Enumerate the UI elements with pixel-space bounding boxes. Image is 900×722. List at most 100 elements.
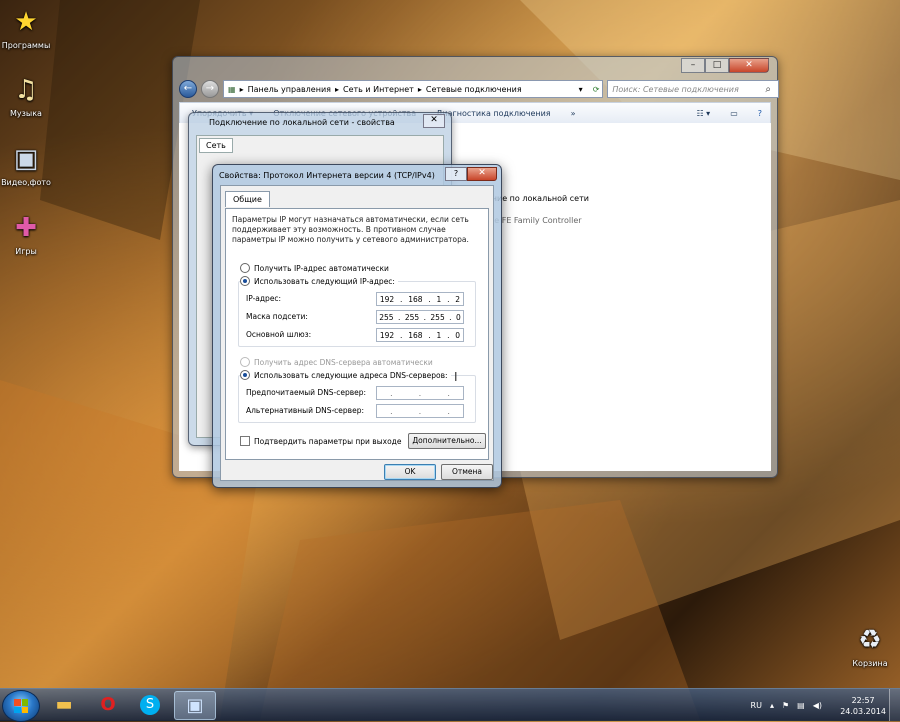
window-controls: – □ ✕: [681, 58, 769, 73]
star-icon: ★: [14, 7, 38, 37]
radio-button[interactable]: [240, 276, 250, 286]
show-hidden-icons[interactable]: ▴: [770, 701, 774, 710]
breadcrumb-item[interactable]: Сеть и Интернет: [343, 85, 414, 94]
desktop-icon-label: Видео,фото: [1, 178, 51, 187]
chevron-icon: ▸: [417, 84, 422, 94]
desktop-icon-programs[interactable]: ★ Программы: [0, 6, 56, 50]
octet: 168: [408, 294, 423, 304]
octet: 0: [455, 330, 461, 340]
help-button[interactable]: ?: [445, 167, 467, 181]
chevron-icon: ▸: [239, 84, 244, 94]
ip-auto-option[interactable]: Получить IP-адрес автоматически: [240, 263, 389, 273]
dns-manual-option[interactable]: Использовать следующие адреса DNS-сервер…: [240, 370, 451, 380]
preferred-dns-field[interactable]: ...: [376, 386, 464, 400]
radio-button[interactable]: [240, 370, 250, 380]
help-icon[interactable]: ?: [758, 109, 762, 118]
refresh-icon[interactable]: ⟳: [590, 85, 603, 94]
skype-taskbar-button[interactable]: S: [130, 691, 170, 718]
desktop-icon-label: Игры: [15, 247, 37, 256]
more-commands-button[interactable]: »: [571, 109, 576, 118]
ip-address-label: IP-адрес:: [246, 294, 282, 303]
ok-button[interactable]: OK: [384, 464, 436, 480]
desktop-icon-music[interactable]: ♫ Музыка: [0, 74, 56, 118]
advanced-button[interactable]: Дополнительно...: [408, 433, 486, 449]
minimize-button[interactable]: –: [681, 58, 705, 73]
back-arrow-icon[interactable]: ←: [179, 80, 197, 98]
desktop-icon-label: Программы: [1, 41, 51, 50]
opera-icon: O: [100, 694, 116, 715]
control-panel-icon: ▦: [228, 84, 236, 94]
gateway-field[interactable]: 192. 168. 1. 0: [376, 328, 464, 342]
dialog-body: Общие Параметры IP могут назначаться авт…: [220, 185, 494, 481]
tcpip-properties-dialog: Свойства: Протокол Интернета версии 4 (T…: [212, 164, 502, 488]
chevron-icon: ▸: [334, 84, 339, 94]
breadcrumb-item[interactable]: Сетевые подключения: [426, 85, 522, 94]
action-center-flag-icon[interactable]: ⚑: [782, 701, 789, 710]
explorer-taskbar-button[interactable]: ▬: [44, 691, 84, 718]
text-cursor-icon: I: [454, 370, 458, 384]
ip-address-field[interactable]: 192. 168. 1. 2: [376, 292, 464, 306]
option-label: Использовать следующий IP-адрес:: [254, 276, 395, 286]
alternate-dns-field[interactable]: ...: [376, 404, 464, 418]
preview-pane-icon[interactable]: ▭: [730, 109, 738, 118]
folder-icon: ▬: [55, 694, 73, 715]
subnet-mask-field[interactable]: 255. 255. 255. 0: [376, 310, 464, 324]
radio-button[interactable]: [240, 357, 250, 367]
checkbox[interactable]: [240, 436, 250, 446]
start-button[interactable]: [2, 690, 40, 722]
network-icon[interactable]: ▤: [797, 701, 805, 710]
alternate-dns-label: Альтернативный DNS-сервер:: [246, 406, 365, 415]
recycle-bin-icon: ♻: [858, 625, 882, 655]
octet: 255: [379, 312, 394, 322]
dns-auto-option[interactable]: Получить адрес DNS-сервера автоматически: [240, 357, 433, 367]
close-button[interactable]: ✕: [729, 58, 769, 73]
opera-taskbar-button[interactable]: O: [88, 691, 128, 718]
desktop-icon-recycle-bin[interactable]: ♻ Корзина: [840, 624, 900, 668]
maximize-button[interactable]: □: [705, 58, 729, 73]
description-text: Параметры IP могут назначаться автоматич…: [232, 215, 469, 244]
close-button[interactable]: ✕: [467, 167, 497, 181]
octet: 2: [455, 294, 461, 304]
octet: 255: [404, 312, 420, 322]
desktop-icon-video[interactable]: ▣ Видео,фото: [0, 143, 56, 187]
close-button[interactable]: ✕: [423, 114, 445, 128]
general-panel: Параметры IP могут назначаться автоматич…: [225, 208, 489, 460]
date: 24.03.2014: [840, 707, 886, 716]
radio-button[interactable]: [240, 263, 250, 273]
address-bar[interactable]: ▦ ▸ Панель управления ▸ Сеть и Интернет …: [223, 80, 604, 98]
desktop-icon-label: Корзина: [852, 659, 888, 668]
view-options-icon[interactable]: ☷ ▾: [696, 109, 710, 118]
octet: 255: [430, 312, 445, 322]
games-icon: ✚: [15, 213, 37, 243]
clock[interactable]: 22:57 24.03.2014: [840, 695, 886, 717]
octet: 192: [379, 330, 395, 340]
cancel-button[interactable]: Отмена: [441, 464, 493, 480]
desktop-icon-games[interactable]: ✚ Игры: [0, 212, 56, 256]
gateway-label: Основной шлюз:: [246, 330, 312, 339]
dialog-title: Подключение по локальной сети - свойства: [209, 118, 395, 127]
volume-icon[interactable]: ◀): [813, 701, 822, 710]
breadcrumb-item[interactable]: Панель управления: [248, 85, 331, 94]
forward-arrow-icon[interactable]: →: [201, 80, 219, 98]
address-row: ← → ▦ ▸ Панель управления ▸ Сеть и Интер…: [179, 79, 780, 99]
search-input[interactable]: Поиск: Сетевые подключения: [607, 80, 780, 98]
ip-manual-option[interactable]: Использовать следующий IP-адрес:: [240, 276, 398, 286]
tab-general[interactable]: Общие: [225, 191, 270, 207]
tab-network[interactable]: Сеть: [199, 138, 233, 153]
skype-icon: S: [140, 694, 160, 715]
search-icon[interactable]: ⌕: [765, 84, 771, 95]
dialog-title: Свойства: Протокол Интернета версии 4 (T…: [219, 171, 435, 180]
show-desktop-button[interactable]: [889, 689, 900, 721]
octet: 168: [408, 330, 423, 340]
octet: 1: [436, 294, 442, 304]
octet: 0: [456, 312, 461, 322]
language-indicator[interactable]: RU: [751, 701, 762, 710]
octet: 192: [379, 294, 395, 304]
validate-on-exit-option[interactable]: Подтвердить параметры при выходе: [240, 436, 401, 446]
option-label: Получить адрес DNS-сервера автоматически: [254, 357, 433, 367]
diagnose-connection-button[interactable]: Диагностика подключения: [436, 109, 550, 118]
music-icon: ♫: [14, 75, 38, 105]
dropdown-icon[interactable]: ▾: [576, 85, 586, 94]
network-connections-taskbar-button[interactable]: ▣: [174, 691, 216, 720]
preferred-dns-label: Предпочитаемый DNS-сервер:: [246, 388, 367, 397]
